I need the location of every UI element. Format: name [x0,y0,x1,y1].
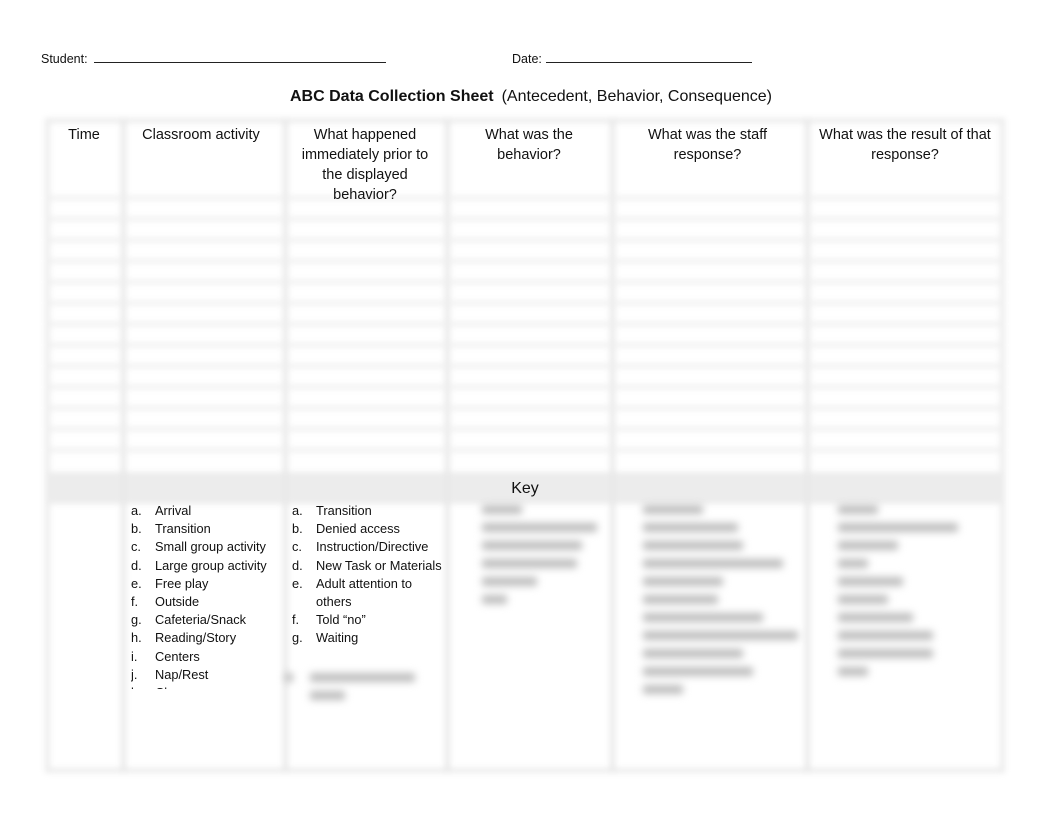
key-item-letter: d. [292,557,303,573]
key-item-text: Told “no” [316,612,366,628]
key-item-letter: h. [131,630,142,646]
key-item-text: Large group activity [155,557,267,573]
page-title: ABC Data Collection Sheet (Antecedent, Be… [0,88,1062,106]
key-item-letter: a. [131,503,142,518]
antecedent-key-list: a. Transition b. Denied access c. Instruction… [292,502,444,648]
key-list-item: b. Denied access [292,520,444,538]
key-item-text: Outside [155,594,200,610]
key-list-item: f. Told “no” [292,611,444,629]
key-item-text: Reading/Story [155,630,237,646]
key-item-text: Cafeteria/Snack [155,612,247,628]
column-header-antecedent: What happened immediately prior to the d… [301,127,429,203]
column-header-time: Time [68,127,100,143]
key-item-letter: c. [292,539,302,555]
key-list-item: f. Outside [131,593,285,611]
key-list-item: a. Arrival [131,502,285,520]
column-header-result: What was the result of that response? [819,127,991,163]
key-item-letter: k. [131,684,155,689]
key-list-item: i. Centers [131,648,285,666]
key-item-letter: c. [131,539,141,555]
key-item-letter: a. [292,503,303,518]
key-item-letter: e. [131,575,142,591]
key-item-letter: g. [131,612,142,628]
title-main: ABC Data Collection Sheet [290,88,494,105]
key-item-text: Denied access [316,521,400,537]
key-item-text: Instruction/Directive [316,539,429,555]
key-item-letter: e. [292,575,303,591]
date-blank-line[interactable] [545,49,752,63]
key-list-item: e. Adult attention to others [292,575,444,611]
blurred-staff-response-key [615,503,805,723]
key-item-text: Transition [155,521,211,537]
key-item-letter: f. [131,594,139,610]
key-list-item: d. Large group activity [131,557,285,575]
date-field[interactable]: Date: [512,49,752,66]
student-blank-line[interactable] [93,49,386,63]
key-item-letter: g. [292,630,303,646]
key-item-text: Small group activity [155,539,266,555]
title-subtitle: (Antecedent, Behavior, Consequence) [501,88,772,105]
key-item-text: Transition [316,503,372,518]
key-item-text: Arrival [155,503,192,518]
column-header-behavior: What was the behavior? [485,127,573,163]
key-list-item: e. Free play [131,575,285,593]
key-item-letter: f. [292,612,300,628]
key-list-item: g. Waiting [292,629,444,647]
key-item-text: New Task or Materials [316,557,442,573]
blurred-antecedent-extra [285,673,425,713]
key-list-item: g. Cafeteria/Snack [131,611,285,629]
key-list-item: b. Transition [131,520,285,538]
key-item-text: Clean up [155,684,285,689]
key-list-item: h. Reading/Story [131,629,285,647]
student-label: Student: [41,52,88,66]
key-item-text: Waiting [316,630,359,646]
key-list-item: d. New Task or Materials [292,557,444,575]
blurred-behavior-key [447,503,607,613]
key-list-item: k.Clean up [131,684,285,689]
classroom-activity-key-list: a. Arrival b. Transition c. Small group activ… [131,502,285,689]
key-item-text: Free play [155,575,209,591]
key-list-item: c. Instruction/Directive [292,538,444,556]
key-item-text: Adult attention to others [316,575,413,610]
blurred-result-key [813,503,983,683]
student-field[interactable]: Student: [41,49,386,66]
date-label: Date: [512,52,542,66]
key-list-item: c. Small group activity [131,538,285,556]
abc-table: Time Classroom activity What happened im… [45,118,1005,773]
key-item-letter: b. [131,521,142,537]
key-item-letter: b. [292,521,303,537]
column-header-classroom-activity: Classroom activity [142,127,260,143]
column-header-staff-response: What was the staff response? [647,127,767,163]
key-item-text: Centers [155,648,200,664]
key-item-text: Nap/Rest [155,666,209,682]
key-list-item: a. Transition [292,502,444,520]
key-item-letter: d. [131,557,142,573]
key-list-item: j. Nap/Rest [131,666,285,684]
key-heading: Key [511,480,539,497]
key-item-letter: j. [131,666,138,682]
key-item-letter: i. [131,648,138,664]
